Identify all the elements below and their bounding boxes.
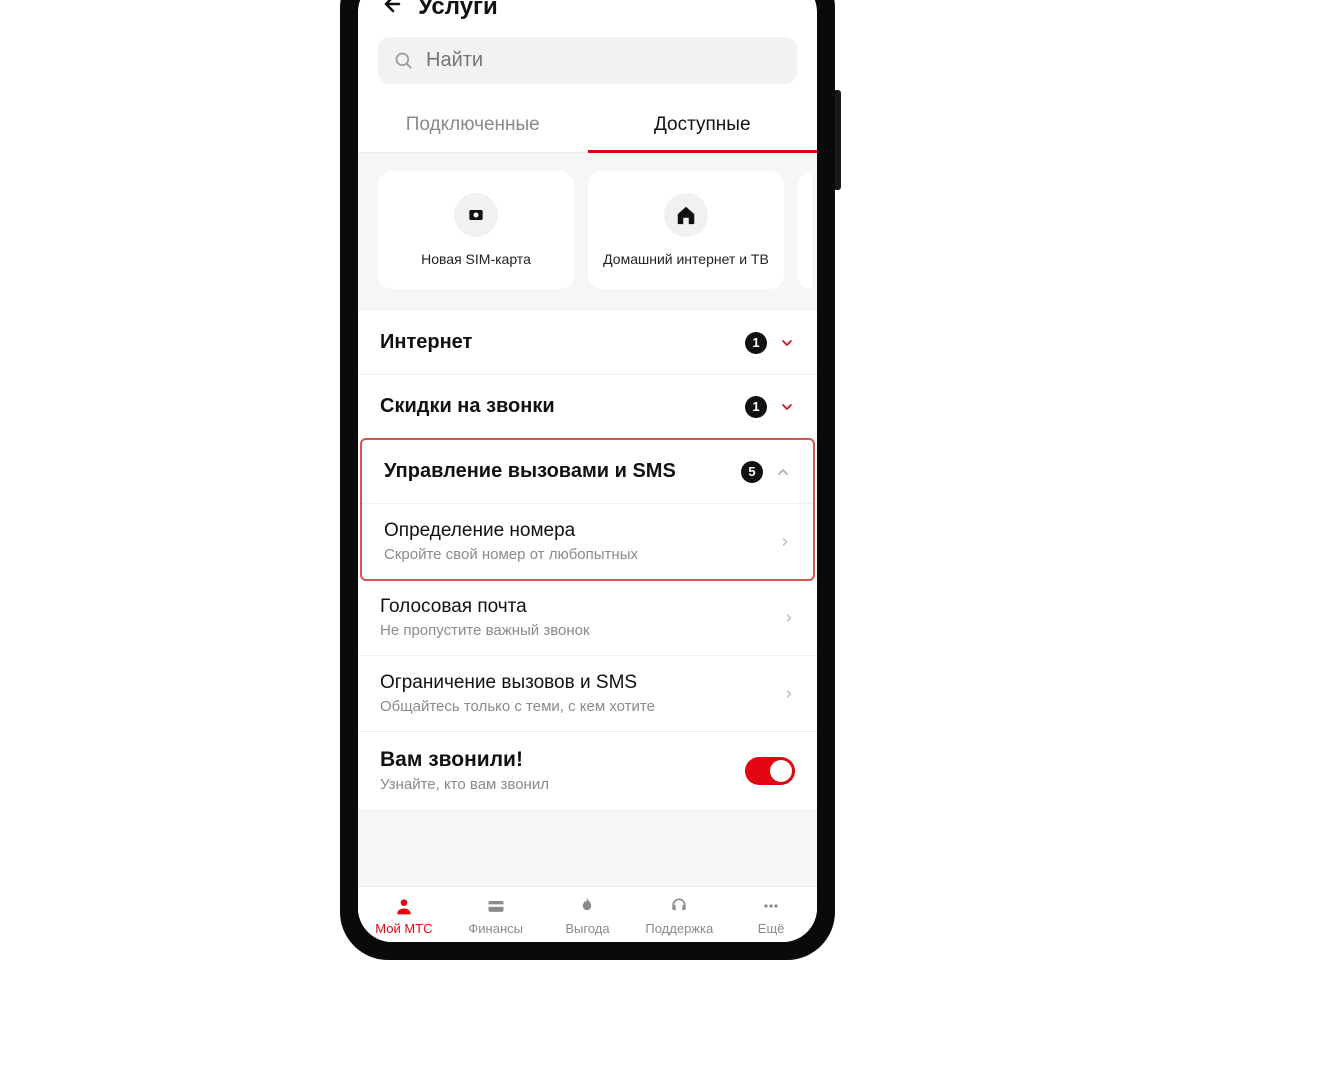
phone-frame: Услуги Подключенные Доступные Новая SIM-…: [340, 0, 835, 960]
chevron-right-icon: [779, 536, 791, 548]
highlight-annotation: Управление вызовами и SMS 5 Определение …: [360, 438, 815, 581]
page-title: Услуги: [418, 0, 498, 21]
search-icon: [394, 51, 414, 71]
toggle-you-called[interactable]: [745, 757, 795, 785]
phone-side-button: [835, 90, 841, 190]
item-restrict-calls[interactable]: Ограничение вызовов и SMS Общайтесь толь…: [358, 656, 817, 732]
nav-label: Мой МТС: [375, 921, 432, 936]
wallet-icon: [485, 895, 507, 917]
more-icon: [760, 895, 782, 917]
item-voicemail[interactable]: Голосовая почта Не пропустите важный зво…: [358, 580, 817, 656]
nav-label: Финансы: [468, 921, 523, 936]
category-title: Управление вызовами и SMS: [384, 460, 729, 483]
nav-label: Ещё: [758, 921, 785, 936]
item-title: Ограничение вызовов и SMS: [380, 672, 771, 694]
item-caller-id[interactable]: Определение номера Скройте свой номер от…: [362, 504, 813, 579]
sim-icon: [454, 193, 498, 237]
category-calls-sms[interactable]: Управление вызовами и SMS 5: [362, 440, 813, 504]
item-title: Голосовая почта: [380, 596, 771, 618]
chevron-down-icon: [779, 399, 795, 415]
nav-label: Выгода: [565, 921, 609, 936]
item-desc: Общайтесь только с теми, с кем хотите: [380, 698, 771, 715]
nav-benefit[interactable]: Выгода: [542, 895, 634, 936]
item-title: Вам звонили!: [380, 748, 733, 772]
nav-finance[interactable]: Финансы: [450, 895, 542, 936]
item-you-called[interactable]: Вам звонили! Узнайте, кто вам звонил: [358, 732, 817, 809]
category-title: Скидки на звонки: [380, 395, 733, 418]
chevron-right-icon: [783, 612, 795, 624]
chevron-down-icon: [779, 335, 795, 351]
headset-icon: [668, 895, 690, 917]
tab-available[interactable]: Доступные: [588, 100, 818, 152]
item-title: Определение номера: [384, 520, 767, 542]
chevron-up-icon: [775, 464, 791, 480]
header: Услуги: [358, 0, 817, 31]
nav-support[interactable]: Поддержка: [633, 895, 725, 936]
nav-more[interactable]: Ещё: [725, 895, 817, 936]
home-icon: [664, 193, 708, 237]
tabs: Подключенные Доступные: [358, 100, 817, 153]
chevron-right-icon: [783, 688, 795, 700]
card-label: Домашний интернет и ТВ: [603, 251, 769, 267]
item-text: Голосовая почта Не пропустите важный зво…: [380, 596, 771, 639]
bottom-nav: Мой МТС Финансы Выгода Поддержка: [358, 886, 817, 942]
count-badge: 5: [741, 461, 763, 483]
card-home-internet[interactable]: Домашний интернет и ТВ: [588, 171, 784, 289]
category-internet[interactable]: Интернет 1: [358, 311, 817, 375]
back-arrow-icon[interactable]: [378, 0, 402, 21]
card-label: Новая SIM-карта: [421, 251, 531, 267]
item-text: Вам звонили! Узнайте, кто вам звонил: [380, 748, 733, 793]
tab-connected[interactable]: Подключенные: [358, 100, 588, 152]
item-text: Определение номера Скройте свой номер от…: [384, 520, 767, 563]
nav-my-mts[interactable]: Мой МТС: [358, 895, 450, 936]
card-new-sim[interactable]: Новая SIM-карта: [378, 171, 574, 289]
item-desc: Узнайте, кто вам звонил: [380, 776, 733, 793]
search-input[interactable]: [426, 49, 781, 72]
person-icon: [393, 895, 415, 917]
item-text: Ограничение вызовов и SMS Общайтесь толь…: [380, 672, 771, 715]
fire-icon: [576, 895, 598, 917]
search-box[interactable]: [378, 37, 797, 84]
promo-cards-row[interactable]: Новая SIM-карта Домашний интернет и ТВ: [358, 171, 817, 289]
card-peek[interactable]: [798, 171, 812, 289]
count-badge: 1: [745, 396, 767, 418]
category-title: Интернет: [380, 331, 733, 354]
count-badge: 1: [745, 332, 767, 354]
screen: Услуги Подключенные Доступные Новая SIM-…: [358, 0, 817, 942]
item-desc: Не пропустите важный звонок: [380, 622, 771, 639]
content-area: Новая SIM-карта Домашний интернет и ТВ И…: [358, 153, 817, 886]
categories-list: Интернет 1 Скидки на звонки 1 Управление…: [358, 311, 817, 809]
item-desc: Скройте свой номер от любопытных: [384, 546, 767, 563]
category-discounts[interactable]: Скидки на звонки 1: [358, 375, 817, 439]
nav-label: Поддержка: [645, 921, 713, 936]
